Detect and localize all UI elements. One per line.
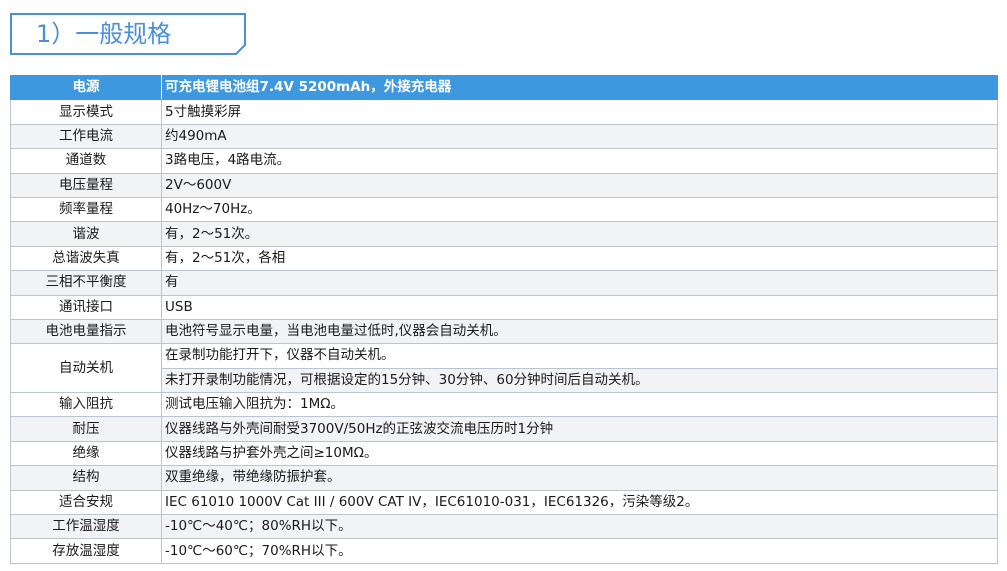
spec-value: 有 [161, 270, 998, 296]
table-row: 工作温湿度 -10℃～40℃；80%RH以下。 [10, 514, 998, 540]
spec-label: 存放温湿度 [10, 538, 162, 564]
spec-label: 频率量程 [10, 196, 162, 223]
table-row: 工作电流 约490mA [10, 123, 998, 150]
spec-label: 谐波 [10, 221, 162, 247]
spec-label: 三相不平衡度 [10, 270, 162, 296]
spec-label: 适合安规 [10, 489, 162, 516]
table-row: 输入阻抗 测试电压输入阻抗为：1MΩ。 [10, 392, 998, 418]
spec-value: 电池符号显示电量，当电池电量过低时,仪器会自动关机。 [161, 318, 998, 345]
spec-value: 仪器线路与护套外壳之间≥10MΩ。 [161, 440, 998, 467]
spec-label: 输入阻抗 [10, 392, 162, 418]
table-row: 显示模式 5寸触摸彩屏 [10, 99, 998, 125]
section-title: 1）一般规格 [36, 20, 172, 48]
table-row: 谐波 有，2～51次。 [10, 221, 998, 247]
table-row: 绝缘 仪器线路与护套外壳之间≥10MΩ。 [10, 440, 998, 467]
table-row: 存放温湿度 -10℃～60℃；70%RH以下。 [10, 538, 998, 564]
table-row: 电池电量指示 电池符号显示电量，当电池电量过低时,仪器会自动关机。 [10, 318, 998, 345]
table-row: 频率量程 40Hz～70Hz。 [10, 196, 998, 223]
spec-value: 5寸触摸彩屏 [161, 99, 998, 125]
table-row: 通讯接口 USB [10, 294, 998, 320]
table-row: 通道数 3路电压，4路电流。 [10, 148, 998, 174]
spec-label: 自动关机 [10, 343, 162, 394]
spec-value: 40Hz～70Hz。 [161, 196, 998, 223]
spec-value: 双重绝缘，带绝缘防振护套。 [161, 465, 998, 491]
spec-value: 3路电压，4路电流。 [161, 148, 998, 174]
spec-label: 总谐波失真 [10, 245, 162, 272]
spec-value: IEC 61010 1000V Cat III / 600V CAT IV，IE… [161, 489, 998, 516]
table-row: 自动关机 在录制功能打开下，仪器不自动关机。 [10, 343, 998, 394]
spec-label: 通道数 [10, 148, 162, 174]
spec-value: USB [161, 294, 998, 320]
table-header-row: 电源 可充电锂电池组7.4V 5200mAh，外接充电器 [10, 74, 998, 101]
spec-label: 耐压 [10, 416, 162, 442]
spec-label: 工作电流 [10, 123, 162, 150]
spec-label: 电压量程 [10, 172, 162, 198]
table-row: 总谐波失真 有，2～51次，各相 [10, 245, 998, 272]
spec-value: 2V～600V [161, 172, 998, 198]
spec-value: -10℃～40℃；80%RH以下。 [161, 514, 998, 540]
spec-value: 有，2～51次，各相 [161, 245, 998, 272]
section-title-box: 1）一般规格 [10, 13, 246, 55]
spec-label: 电源 [10, 74, 162, 101]
table-row: 耐压 仪器线路与外壳间耐受3700V/50Hz的正弦波交流电压历时1分钟 [10, 416, 998, 442]
spec-table: 电源 可充电锂电池组7.4V 5200mAh，外接充电器 显示模式 5寸触摸彩屏 工作电… [10, 74, 998, 564]
spec-value: -10℃～60℃；70%RH以下。 [161, 538, 998, 564]
spec-label: 通讯接口 [10, 294, 162, 320]
spec-value: 仪器线路与外壳间耐受3700V/50Hz的正弦波交流电压历时1分钟 [161, 416, 998, 442]
spec-label: 工作温湿度 [10, 514, 162, 540]
spec-value: 有，2～51次。 [161, 221, 998, 247]
table-row: 结构 双重绝缘，带绝缘防振护套。 [10, 465, 998, 491]
table-row: 电压量程 2V～600V [10, 172, 998, 198]
spec-value: 在录制功能打开下，仪器不自动关机。 [161, 343, 998, 369]
spec-value: 测试电压输入阻抗为：1MΩ。 [161, 392, 998, 418]
table-row: 三相不平衡度有 [10, 270, 998, 296]
spec-value: 约490mA [161, 123, 998, 150]
table-row: 适合安规 IEC 61010 1000V Cat III / 600V CAT I… [10, 489, 998, 516]
spec-label: 显示模式 [10, 99, 162, 125]
spec-value: 可充电锂电池组7.4V 5200mAh，外接充电器 [161, 74, 998, 101]
spec-label: 电池电量指示 [10, 318, 162, 345]
spec-label: 绝缘 [10, 440, 162, 467]
spec-label: 结构 [10, 465, 162, 491]
spec-value: 未打开录制功能情况，可根据设定的15分钟、30分钟、60分钟时间后自动关机。 [161, 367, 998, 394]
